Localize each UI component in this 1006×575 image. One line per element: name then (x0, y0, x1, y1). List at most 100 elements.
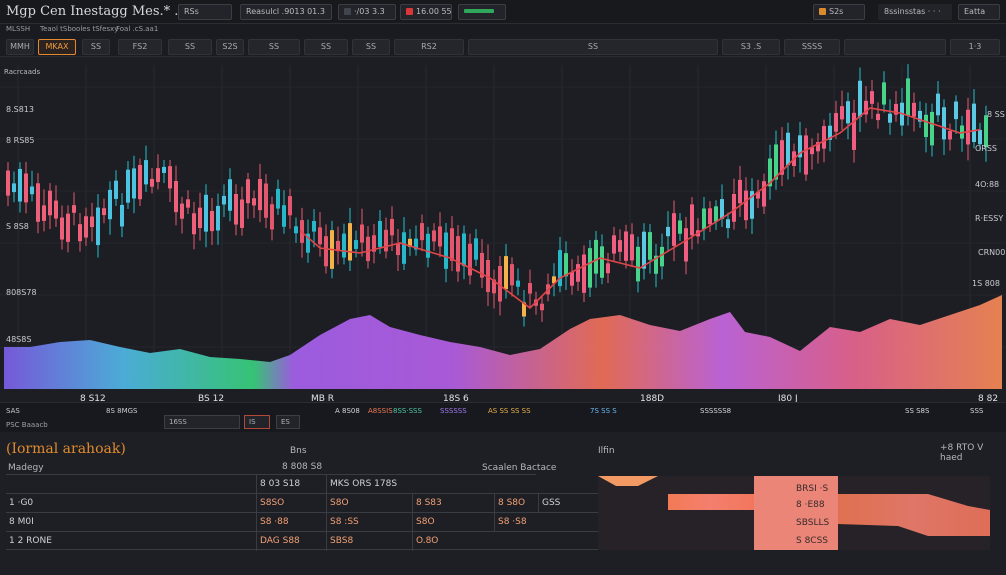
candle-body (60, 217, 64, 240)
table-row[interactable]: 8 M0I S8 ·88 S8 :SS S8O S8 ·S8 (6, 512, 598, 532)
y-tick-label: R·ESSY (975, 214, 1003, 223)
tab-item[interactable]: MMH (6, 39, 34, 55)
symbol-field[interactable]: RSs (178, 4, 232, 20)
table-row[interactable]: 1 ·G0 S8SO S8O 8 S83 8 S8O GSS (6, 493, 598, 513)
candle-body (378, 220, 382, 247)
indicator-input[interactable]: ES (276, 415, 300, 429)
candle-body (888, 113, 892, 123)
table-cell (6, 475, 256, 494)
candle-body (216, 205, 220, 231)
indicator-input[interactable]: IS (244, 415, 270, 429)
y-tick-label: 808S78 (6, 288, 37, 297)
candle-body (204, 194, 208, 232)
candle-body (288, 196, 292, 216)
candle-body (102, 208, 106, 216)
candle-body (978, 129, 982, 145)
tab-label: 1·3 (968, 42, 982, 51)
candle-body (684, 228, 688, 262)
tab-item[interactable]: SS (168, 39, 212, 55)
pill-label: RSs (184, 7, 199, 16)
indicator-value: SSS (970, 407, 984, 415)
candle-body (510, 264, 514, 286)
tab-item[interactable]: FS2 (118, 39, 162, 55)
candle-body (126, 169, 130, 203)
candle-body (924, 114, 928, 138)
heat-shape (838, 494, 990, 536)
tab-label: SS (365, 42, 377, 51)
candle-body (648, 232, 652, 260)
x-tick-label: BS 12 (198, 394, 224, 402)
y-tick-label: 8 SS (987, 110, 1005, 119)
toolbar-item[interactable]: Foal .cS.aa1 (116, 25, 158, 33)
candle-body (114, 180, 118, 199)
candle-body (156, 168, 160, 182)
candle-body (468, 243, 472, 276)
interval-selector[interactable]: ·/03 3.3 (338, 4, 396, 20)
toolbar-item[interactable]: MLSSH (6, 25, 30, 33)
y-tick-label: 4O:88 (975, 180, 999, 189)
candle-body (516, 280, 520, 287)
candle-body (606, 263, 610, 274)
y-axis-right: 8 SS ORSS 4O:88 R·ESSY CRN00 1S 808 (972, 110, 1005, 288)
candle-body (882, 82, 886, 105)
tab-item[interactable]: SS (304, 39, 348, 55)
tab-item[interactable]: SS (82, 39, 110, 55)
candle-body (540, 303, 544, 311)
candle-body (954, 101, 958, 120)
table-cell: S8O (412, 513, 494, 532)
tab-item[interactable]: SS (248, 39, 300, 55)
candlestick-plot[interactable]: Racrcaads 8.S813 8 RS85 S 8S8 808S78 48S… (0, 57, 1006, 402)
candle-body (732, 193, 736, 222)
tab-item[interactable]: SS (468, 39, 718, 55)
tab-item[interactable]: 1·3 (950, 39, 1000, 55)
candle-body (228, 179, 232, 211)
tab-item[interactable]: RS2 (394, 39, 464, 55)
candle-body (984, 115, 988, 147)
candle-body (360, 224, 364, 243)
candle-body (192, 213, 196, 235)
tab-item[interactable] (844, 39, 946, 55)
candle-body (120, 204, 124, 227)
tab-item[interactable]: SSSS (784, 39, 840, 55)
table-row[interactable]: 1 2 RONE DAG S88 SBS8 O.8O (6, 531, 598, 551)
candle-body (786, 132, 790, 166)
record-button[interactable]: 16.00 55 (400, 4, 452, 20)
indicator-input[interactable]: 16SS (164, 415, 240, 429)
candle-body (282, 205, 286, 227)
tab-item[interactable]: SS (352, 39, 390, 55)
candle-body (258, 179, 262, 211)
candle-body (366, 236, 370, 262)
tab-label: SS (184, 42, 196, 51)
candle-body (822, 126, 826, 149)
pill-label: Eatta (964, 7, 986, 16)
chart-corner-label: Racrcaads (4, 68, 40, 76)
candle-body (174, 180, 178, 213)
status-indicator[interactable] (458, 4, 506, 20)
candle-body (234, 194, 238, 225)
indicator-strip: SAS 8S 8MGS A 8S08 A8SSIS 8SS·SSS SSSSSS… (0, 402, 1006, 432)
table-cell: O.8O (412, 532, 494, 551)
account-field[interactable]: 8ssinsstas · · · (878, 4, 952, 20)
toolbar-item[interactable]: Teaol tSbooles tSfesxy (40, 25, 118, 33)
candle-body (210, 211, 214, 232)
candle-body (774, 144, 778, 180)
candle-body (168, 166, 172, 189)
alert-button[interactable]: S2s (813, 4, 865, 20)
menu-button[interactable]: Eatta (958, 4, 1000, 20)
candle-body (558, 250, 562, 287)
heat-label: 8 ·E88 (796, 500, 825, 510)
quote-field[interactable]: Reasulcl .9013 01.3 (240, 4, 332, 20)
candle-body (858, 80, 862, 117)
depth-heatmap[interactable]: BRSI ·S 8 ·E88 SBSLLS S 8CSS (598, 476, 990, 550)
candle-body (438, 226, 442, 247)
candle-body (348, 223, 352, 261)
tab-item[interactable]: S3 .S (722, 39, 780, 55)
candle-body (84, 216, 88, 238)
candle-body (702, 208, 706, 230)
candle-body (660, 246, 664, 267)
tab-item-active[interactable]: MKAX (38, 39, 76, 55)
tab-item[interactable]: S2S (216, 39, 244, 55)
candle-body (936, 93, 940, 116)
candle-body (96, 207, 100, 246)
price-chart[interactable]: Racrcaads 8.S813 8 RS85 S 8S8 808S78 48S… (0, 57, 1006, 402)
